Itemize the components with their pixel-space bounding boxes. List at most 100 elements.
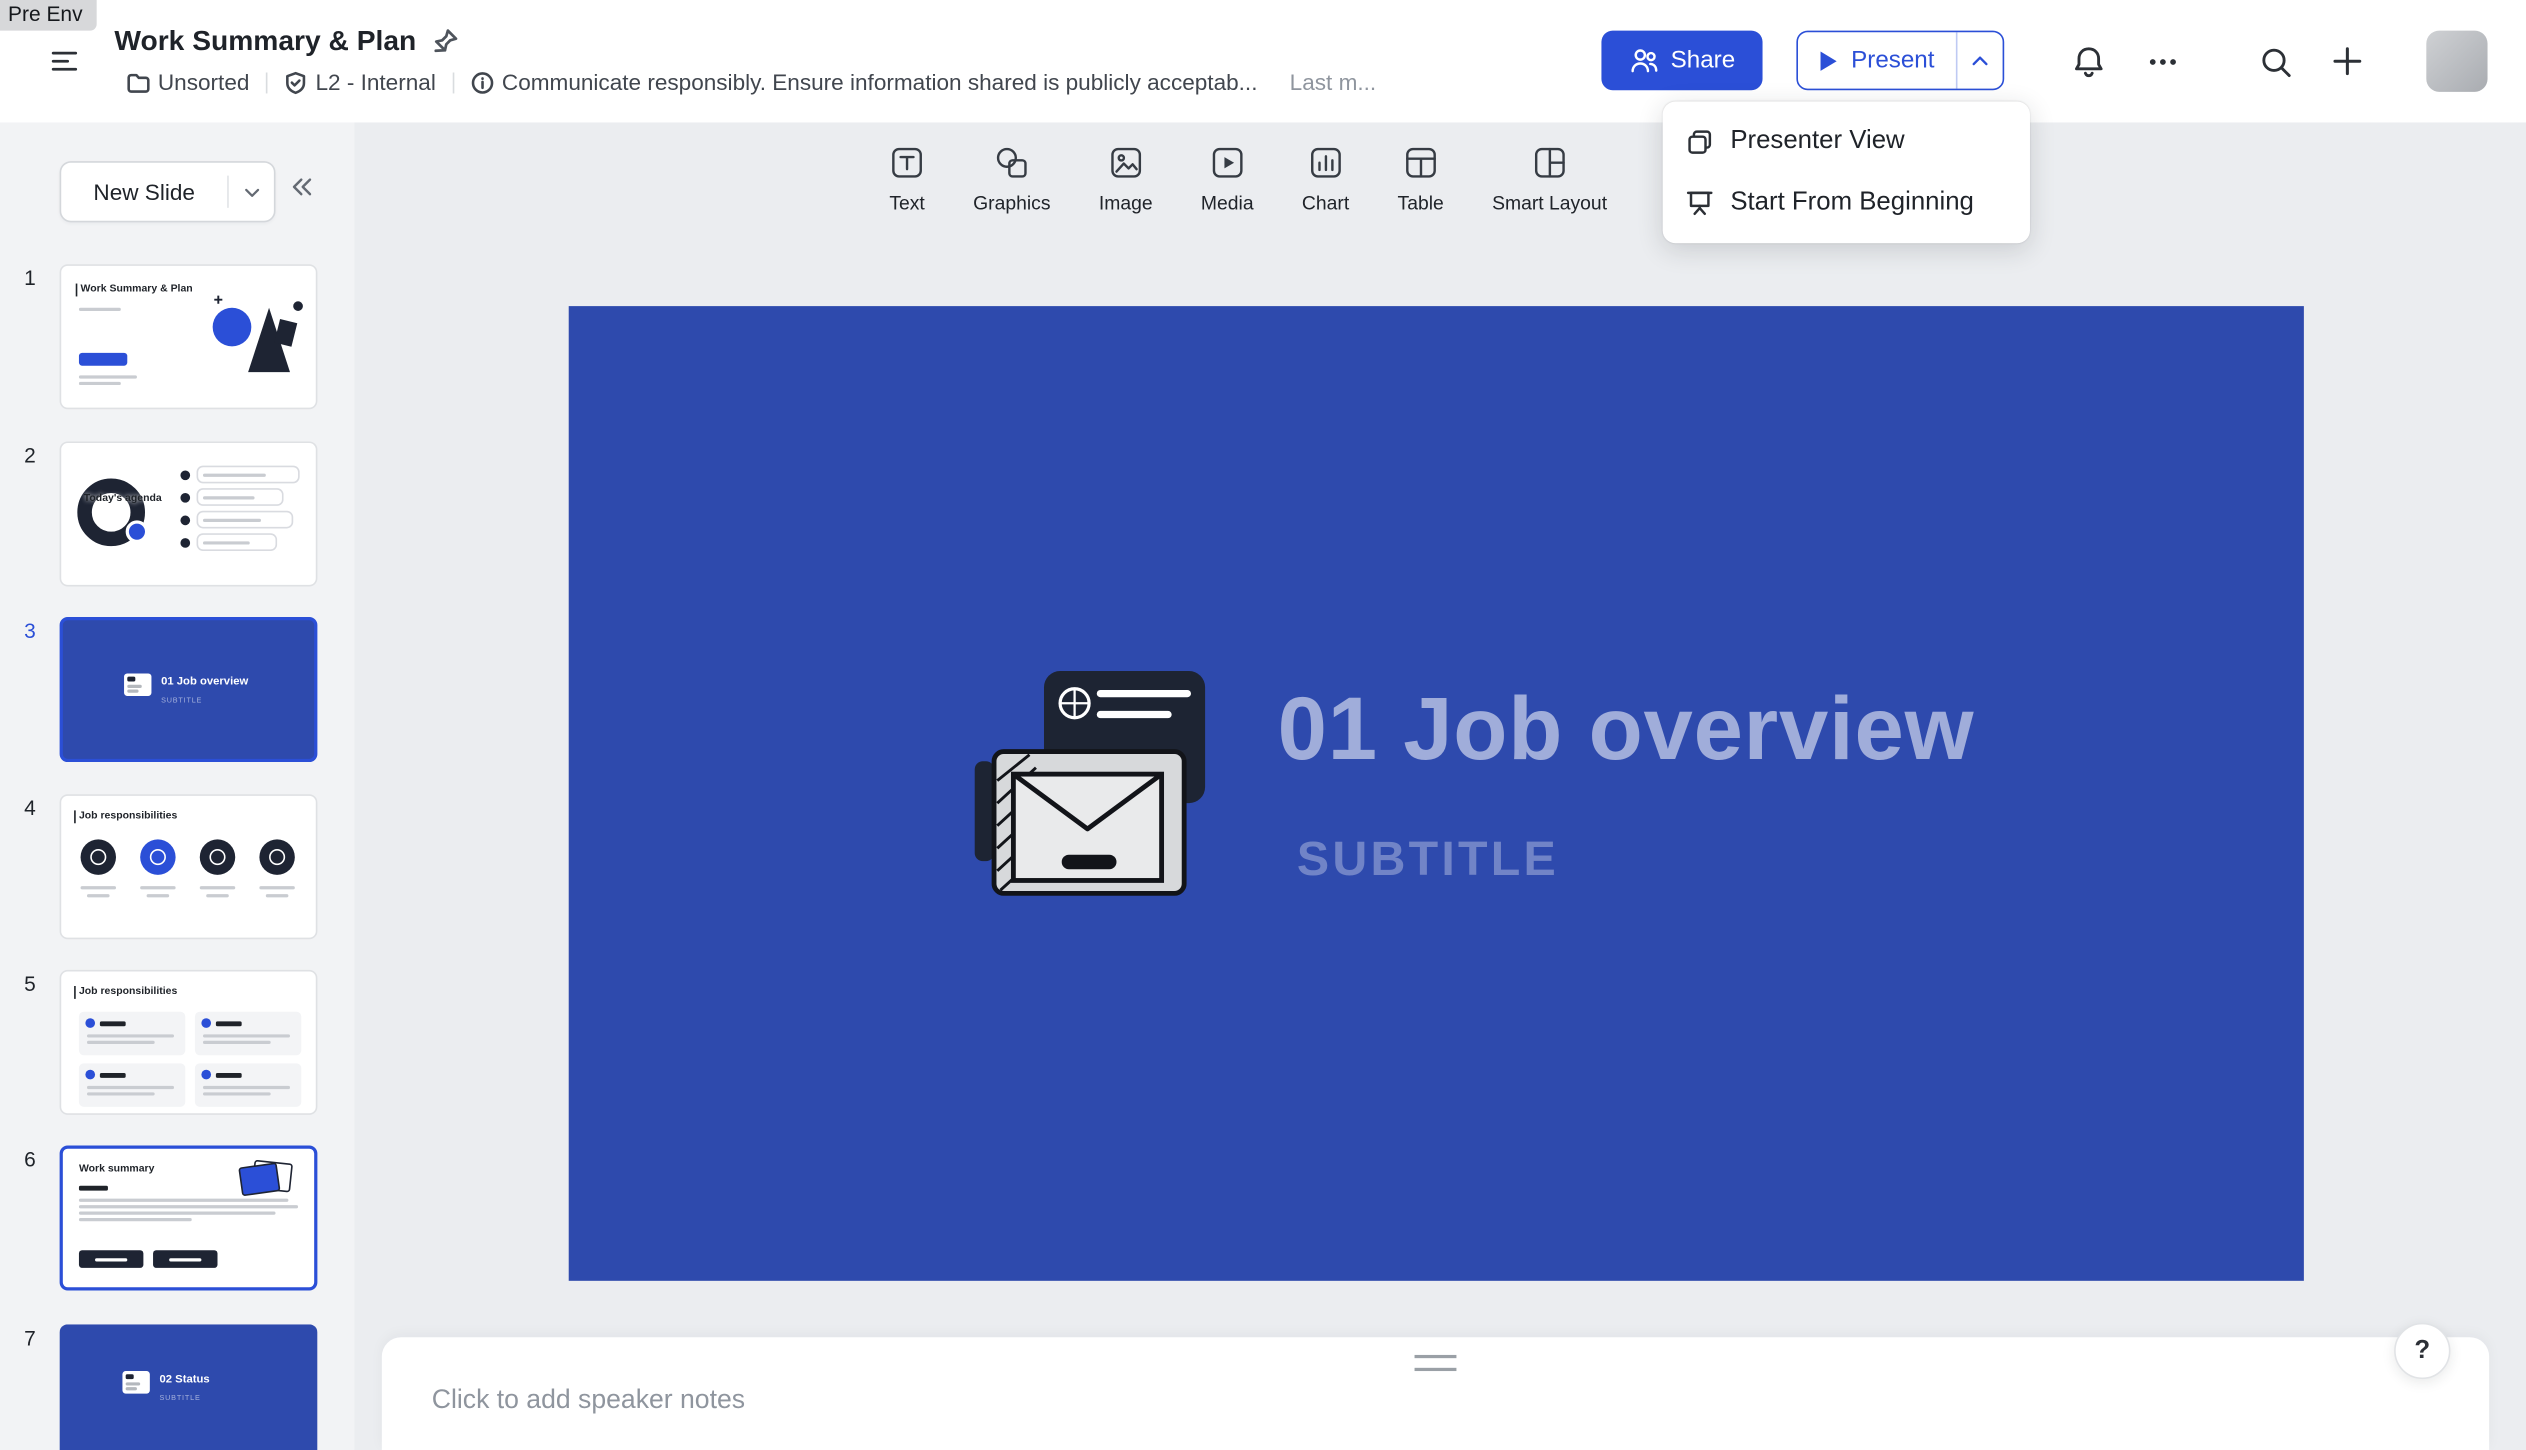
- tool-table[interactable]: Table: [1398, 145, 1444, 214]
- slide-thumbnail-7[interactable]: 02 Status SUBTITLE: [60, 1324, 318, 1450]
- tool-label: Chart: [1302, 192, 1349, 215]
- share-button[interactable]: Share: [1601, 31, 1762, 91]
- slide-number: 3: [24, 619, 36, 643]
- slide-thumbnail-6[interactable]: Work summary: [60, 1145, 318, 1290]
- tool-smart-layout[interactable]: Smart Layout: [1492, 145, 1607, 214]
- tool-media[interactable]: Media: [1201, 145, 1254, 214]
- new-slide-options[interactable]: [229, 181, 274, 202]
- notifications-button[interactable]: [2064, 37, 2112, 85]
- slide-title[interactable]: 01 Job overview: [1278, 677, 1975, 780]
- last-modified: Last m...: [1290, 69, 1376, 95]
- divider: [266, 72, 268, 93]
- slide-thumbnail-5[interactable]: Job responsibilities: [60, 970, 318, 1115]
- search-button[interactable]: [2251, 37, 2299, 85]
- thumb-title: Job responsibilities: [74, 810, 177, 823]
- presenter-view-icon: [1685, 127, 1714, 156]
- chevron-down-icon: [241, 181, 262, 202]
- slides-sidebar: New Slide 1 Work Summary & Plan: [0, 122, 354, 1450]
- thumb-icon: [200, 839, 235, 874]
- thumb-title: 02 Status: [159, 1374, 209, 1385]
- menu-icon[interactable]: [48, 45, 80, 77]
- thumb-title: Work Summary & Plan: [76, 284, 193, 297]
- task-card: [195, 1063, 301, 1106]
- thumb-icon: [259, 839, 294, 874]
- present-button-group: Present: [1796, 31, 2003, 91]
- doc-title-row: Work Summary & Plan: [114, 24, 459, 58]
- speaker-notes-panel: Click to add speaker notes: [382, 1337, 2489, 1450]
- present-button[interactable]: Present: [1798, 32, 1955, 88]
- thumb-title: Work summary: [79, 1163, 154, 1174]
- drag-handle-icon[interactable]: [1415, 1355, 1457, 1371]
- placeholder-line: [259, 886, 294, 889]
- more-button[interactable]: [2138, 37, 2186, 85]
- tool-label: Graphics: [973, 192, 1050, 215]
- slide-row-4: 4 Job responsibilities: [0, 794, 354, 942]
- task-card: [79, 1012, 185, 1055]
- slide-thumbnail-2[interactable]: Today's agenda: [60, 441, 318, 586]
- thumb-title: 01 Job overview: [161, 677, 248, 688]
- slide-subtitle[interactable]: SUBTITLE: [1297, 833, 1559, 888]
- avatar[interactable]: [2426, 31, 2487, 92]
- agenda-row: [180, 533, 277, 551]
- tool-image[interactable]: Image: [1099, 145, 1153, 214]
- table-icon: [1403, 145, 1438, 180]
- thumb-icon: [140, 839, 175, 874]
- folder-location[interactable]: Unsorted: [126, 69, 250, 95]
- folder-icon: [126, 70, 150, 94]
- security-level[interactable]: L2 - Internal: [283, 69, 436, 95]
- help-button[interactable]: ?: [2394, 1323, 2450, 1379]
- placeholder-line: [79, 1205, 298, 1208]
- placeholder-line: [81, 886, 116, 889]
- document-icon: [122, 1371, 149, 1394]
- insert-toolbar: Text Graphics Image Media Chart Table Sm…: [889, 145, 1607, 214]
- share-label: Share: [1671, 47, 1735, 74]
- agenda-row: [180, 488, 283, 506]
- slide-canvas[interactable]: 01 Job overview SUBTITLE: [569, 306, 2304, 1281]
- folder-label: Unsorted: [158, 69, 250, 95]
- question-icon: ?: [2414, 1336, 2430, 1365]
- new-slide-button[interactable]: New Slide: [60, 161, 276, 222]
- pin-icon[interactable]: [432, 27, 459, 54]
- slide-number: 2: [24, 443, 36, 467]
- app-root: Work Summary & Plan Unsorted L2 - Intern…: [0, 0, 2526, 1450]
- slide-thumbnail-4[interactable]: Job responsibilities: [60, 794, 318, 939]
- present-button-wrap: Present: [1788, 23, 2011, 99]
- slide-thumbnail-3[interactable]: 01 Job overview SUBTITLE: [60, 617, 318, 762]
- tool-chart[interactable]: Chart: [1302, 145, 1349, 214]
- thumb-illustration: [126, 520, 149, 543]
- thumb-subtitle: SUBTITLE: [159, 1394, 200, 1402]
- placeholder-line: [79, 1212, 276, 1215]
- placeholder-line: [79, 382, 121, 385]
- placeholder-line: [87, 894, 110, 897]
- smart-layout-icon: [1532, 145, 1567, 180]
- tool-label: Text: [889, 192, 924, 215]
- menu-item-presenter-view[interactable]: Presenter View: [1663, 111, 2030, 172]
- thumb-button: [153, 1250, 217, 1268]
- document-icon: [124, 673, 151, 696]
- placeholder-line: [147, 894, 170, 897]
- placeholder-line: [79, 375, 137, 378]
- security-label: L2 - Internal: [315, 69, 435, 95]
- placeholder-line: [200, 886, 235, 889]
- doc-meta-row: Unsorted L2 - Internal Communicate respo…: [126, 69, 1377, 95]
- bell-icon: [2071, 44, 2105, 78]
- create-new-button[interactable]: [2323, 37, 2371, 85]
- slide-row-7: 7 02 Status SUBTITLE: [0, 1324, 354, 1450]
- tool-text[interactable]: Text: [889, 145, 924, 214]
- menu-item-start-from-beginning[interactable]: Start From Beginning: [1663, 172, 2030, 233]
- info-icon: [470, 70, 494, 94]
- slide-thumbnail-1[interactable]: Work Summary & Plan: [60, 264, 318, 409]
- notes-placeholder[interactable]: Click to add speaker notes: [432, 1386, 745, 1417]
- notice-text: Communicate responsibly. Ensure informat…: [502, 69, 1258, 95]
- slide-number: 5: [24, 971, 36, 995]
- thumb-subtitle: SUBTITLE: [161, 696, 202, 704]
- search-icon: [2258, 44, 2292, 78]
- tool-label: Table: [1398, 192, 1444, 215]
- present-options-button[interactable]: [1955, 32, 2002, 88]
- shield-icon: [283, 70, 307, 94]
- tool-graphics[interactable]: Graphics: [973, 145, 1050, 214]
- doc-title[interactable]: Work Summary & Plan: [114, 24, 416, 58]
- task-card: [195, 1012, 301, 1055]
- thumb-illustration: [237, 1158, 301, 1200]
- collapse-sidebar-button[interactable]: [287, 172, 316, 201]
